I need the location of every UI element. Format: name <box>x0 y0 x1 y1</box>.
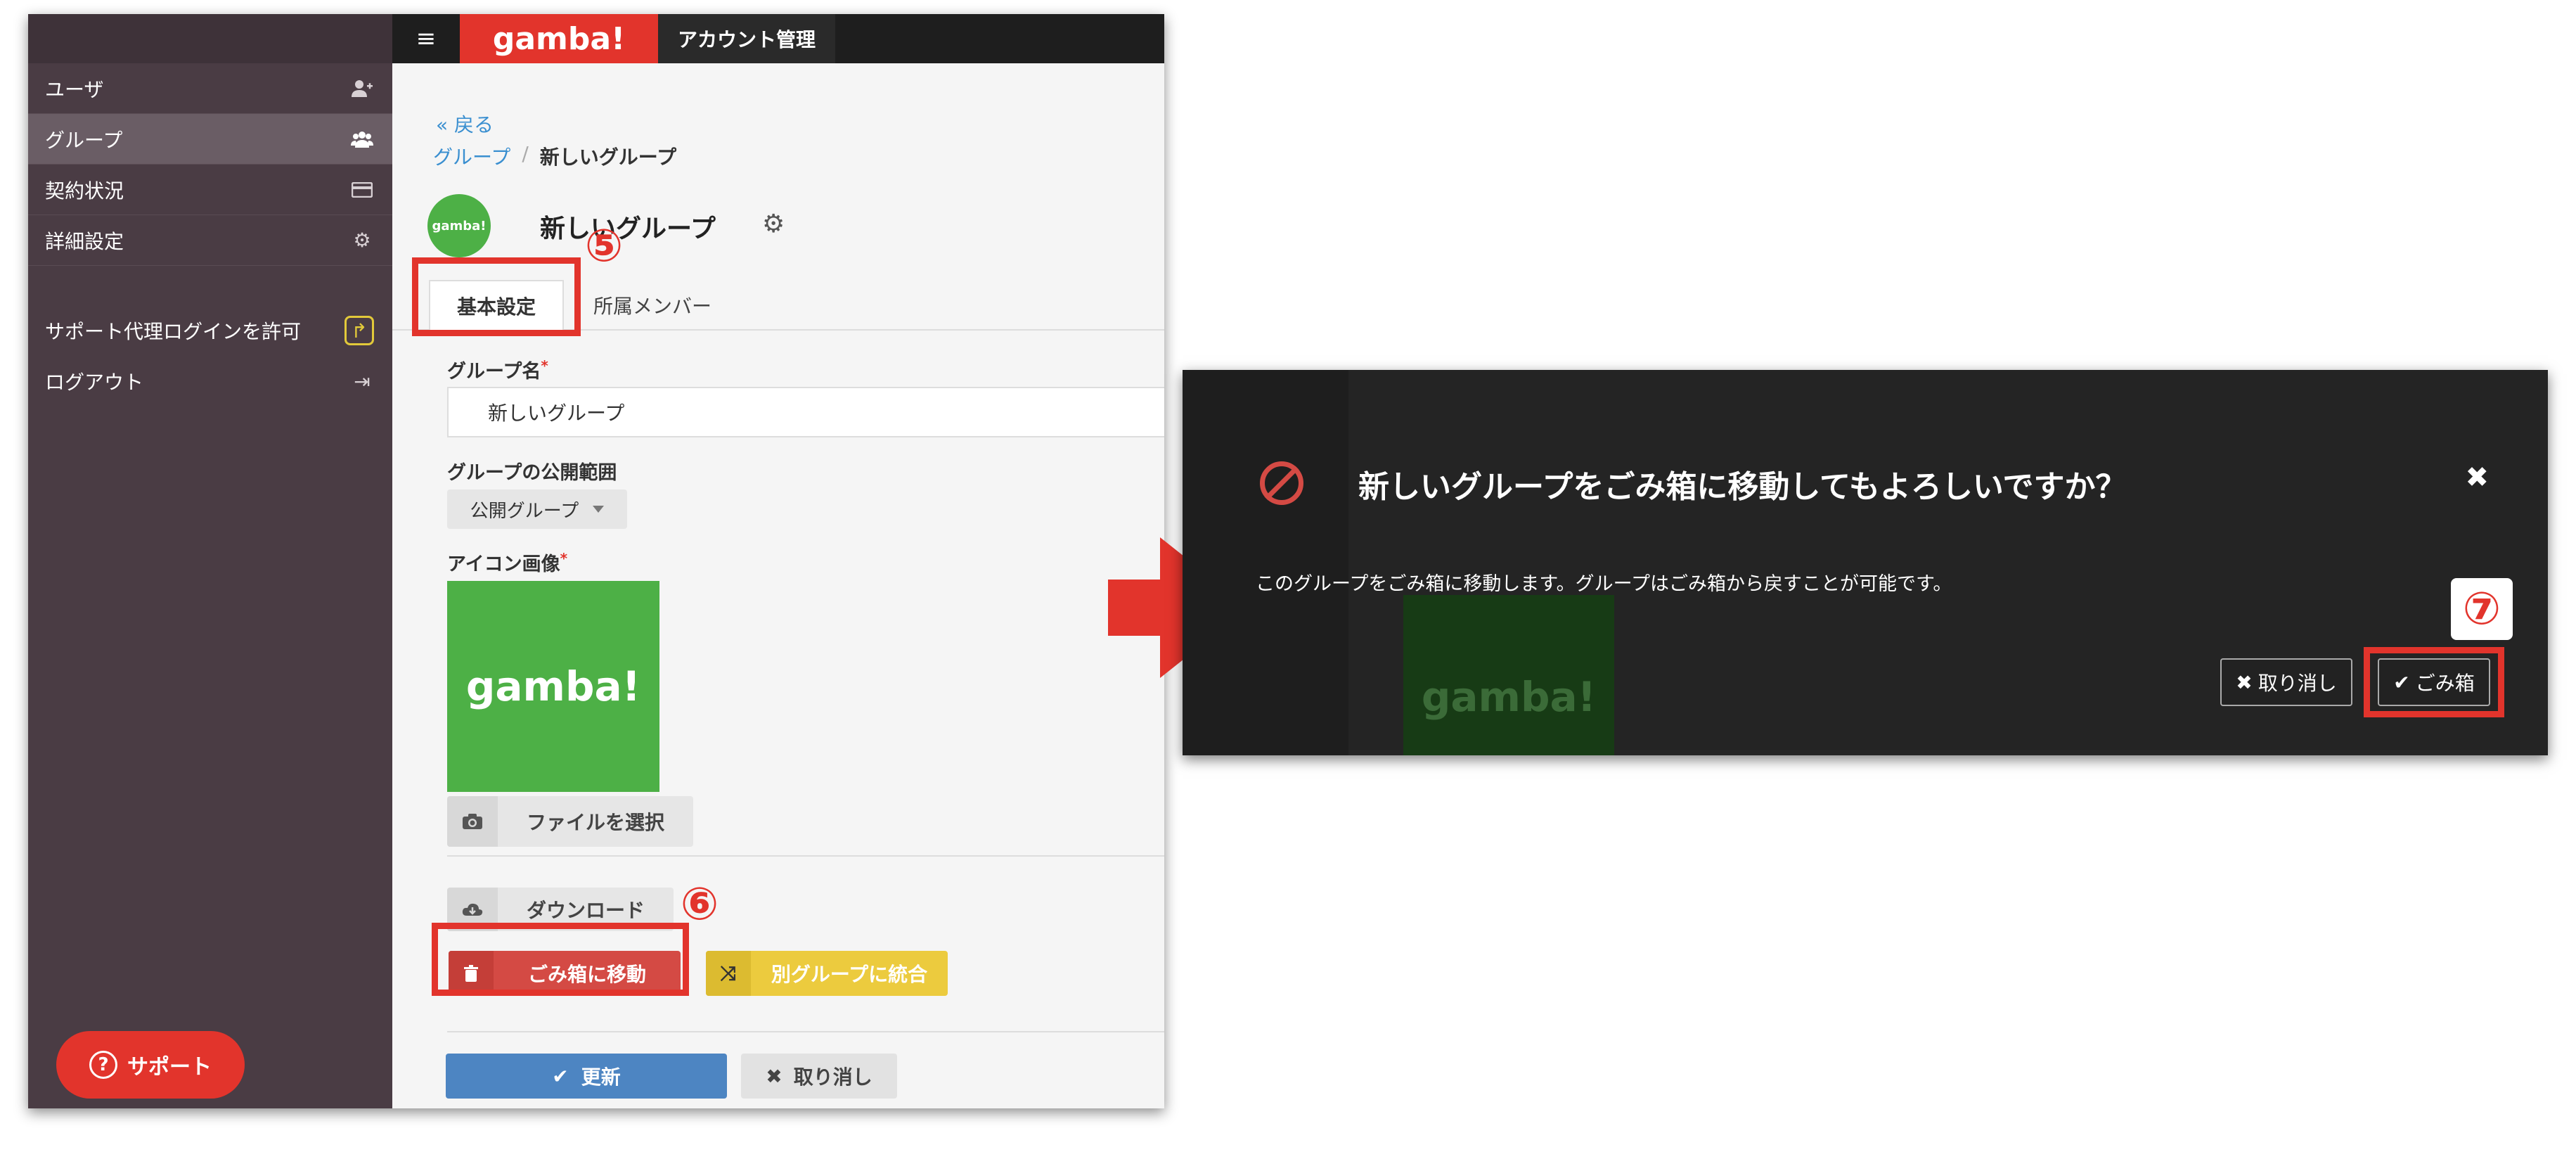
gear-icon[interactable]: ⚙ <box>762 210 785 238</box>
page-title: 新しいグループ <box>540 215 716 243</box>
confirm-trash-dialog: 新しいグループをごみ箱に移動してもよろしいですか？ ✖ このグループをごみ箱に移… <box>1183 370 2548 755</box>
support-button[interactable]: ? サポート <box>56 1031 245 1099</box>
shuffle-icon: ⤨ <box>706 951 751 996</box>
sidebar-item-groups[interactable]: グループ <box>28 114 392 165</box>
camera-icon <box>447 796 498 847</box>
gears-icon: ⚙ <box>353 229 371 252</box>
sidebar-item-logout[interactable]: ログアウト ⇥ <box>28 356 392 407</box>
prohibited-icon <box>1260 461 1303 505</box>
add-user-icon <box>350 77 374 101</box>
annotation-number-7: ⑦ <box>2451 578 2513 640</box>
dialog-cancel-button[interactable]: ✖ 取り消し <box>2220 658 2352 706</box>
divider <box>447 1031 1164 1032</box>
breadcrumb-current: 新しいグループ <box>539 146 677 169</box>
divider <box>447 855 1164 857</box>
sidebar-item-label: 詳細設定 <box>45 229 124 253</box>
sign-out-icon: ⇥ <box>354 369 371 393</box>
share-arrow-icon[interactable]: ↱ <box>344 316 374 345</box>
group-avatar: gamba! <box>427 194 491 257</box>
question-icon: ? <box>89 1051 117 1079</box>
sidebar-item-label: グループ <box>45 128 123 152</box>
highlight-box-confirm-button <box>2364 647 2504 717</box>
credit-card-icon <box>350 178 374 202</box>
icon-image-label: アイコン画像* <box>447 550 568 575</box>
breadcrumb-groups[interactable]: グループ <box>433 142 510 170</box>
close-icon: ✖ <box>766 1064 783 1088</box>
tab-members[interactable]: 所属メンバー <box>582 280 723 331</box>
annotation-number-5: ⑤ <box>585 220 624 272</box>
caret-down-icon <box>593 506 605 513</box>
hamburger-menu-icon[interactable]: ≡ <box>392 14 460 63</box>
visibility-select[interactable]: 公開グループ <box>447 489 627 529</box>
breadcrumb: グループ / 新しいグループ <box>433 142 676 170</box>
dialog-screenshot: gamba! 新しいグループをごみ箱に移動してもよろしいですか？ ✖ このグルー… <box>1183 370 2548 755</box>
sidebar-item-label: 契約状況 <box>45 179 124 203</box>
account-management-link[interactable]: アカウント管理 <box>658 14 836 63</box>
group-name-label: グループ名* <box>447 357 548 383</box>
back-link[interactable]: « 戻る <box>436 110 494 138</box>
sidebar-item-advanced[interactable]: 詳細設定 ⚙ <box>28 215 392 266</box>
sidebar-item-users[interactable]: ユーザ <box>28 63 392 114</box>
dialog-message: このグループをごみ箱に移動します。グループはごみ箱から戻すことが可能です。 <box>1256 573 1952 595</box>
sidebar-item-contract[interactable]: 契約状況 <box>28 165 392 215</box>
merge-group-button[interactable]: ⤨ 別グループに統合 <box>706 951 948 996</box>
sidebar-header <box>28 14 392 63</box>
sidebar-item-proxy-login[interactable]: サポート代理ログインを許可 ↱ <box>28 305 392 356</box>
check-icon: ✔ <box>552 1064 569 1088</box>
file-select-button[interactable]: ファイルを選択 <box>447 796 693 847</box>
icon-image-preview: gamba! <box>447 581 659 792</box>
gamba-logo[interactable]: gamba! <box>460 14 658 63</box>
annotation-number-6: ⑥ <box>681 878 719 930</box>
sidebar-item-label: ログアウト <box>45 371 144 394</box>
group-icon <box>350 127 374 151</box>
sidebar: ユーザ グループ 契約状況 詳細設定 ⚙ サポート代理ログインを許可 ↱ ログア… <box>28 14 392 1108</box>
sidebar-item-label: ユーザ <box>45 77 104 101</box>
required-mark: * <box>560 550 568 567</box>
group-name-input[interactable]: 新しいグループ <box>447 387 1164 437</box>
breadcrumb-separator: / <box>522 142 529 165</box>
highlight-box-basic-tab <box>412 257 581 336</box>
dialog-title: 新しいグループをごみ箱に移動してもよろしいですか？ <box>1358 469 2127 505</box>
highlight-box-trash-button <box>432 923 689 996</box>
top-bar: ≡ gamba! アカウント管理 <box>392 14 1164 63</box>
required-mark: * <box>541 357 548 374</box>
update-button[interactable]: ✔ 更新 <box>446 1054 727 1099</box>
cancel-button[interactable]: ✖ 取り消し <box>741 1054 897 1099</box>
close-icon: ✖ <box>2236 670 2253 694</box>
close-icon[interactable]: ✖ <box>2465 461 2489 494</box>
visibility-label: グループの公開範囲 <box>447 462 617 484</box>
sidebar-item-label: サポート代理ログインを許可 <box>45 320 302 343</box>
